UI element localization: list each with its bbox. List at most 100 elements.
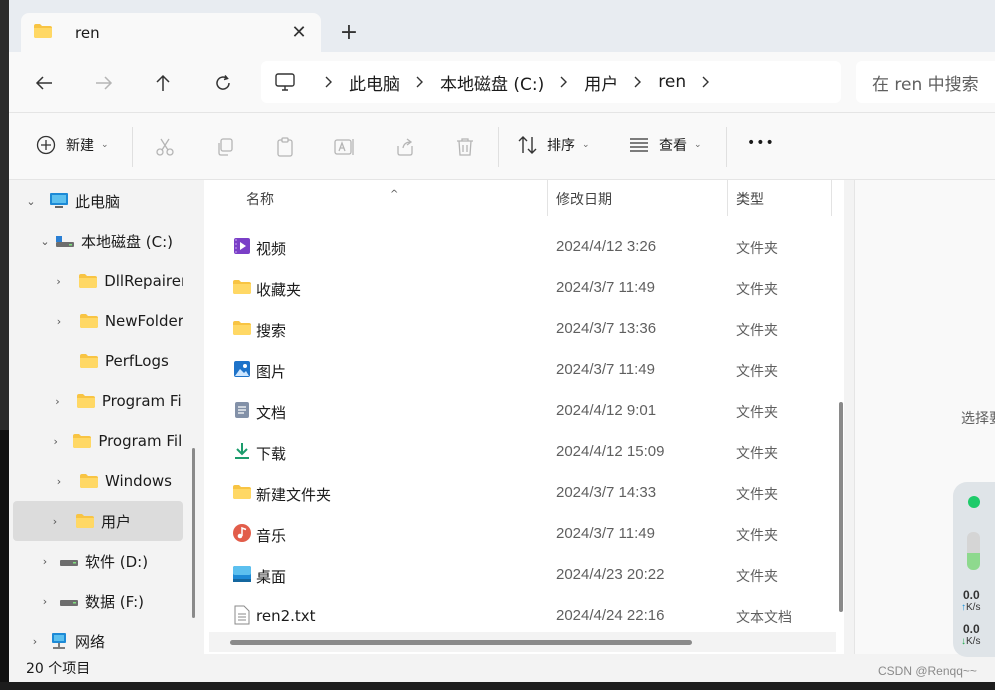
drive-icon (59, 552, 79, 570)
up-button[interactable] (148, 68, 178, 98)
chevron-right-icon[interactable] (634, 76, 642, 88)
chevron-right-icon[interactable]: › (51, 313, 67, 329)
file-row[interactable]: 文档 2024/4/12 9:01 文件夹 (204, 389, 839, 430)
column-header-row: ^ 名称 修改日期 类型 (204, 180, 839, 216)
address-bar[interactable]: 此电脑 本地磁盘 (C:) 用户 ren (261, 61, 841, 103)
navigation-scrollbar[interactable] (192, 448, 195, 618)
plus-circle-icon (36, 135, 56, 155)
tree-item-local-disk-c[interactable]: ⌄ 本地磁盘 (C:) (13, 223, 183, 259)
chevron-right-icon[interactable] (560, 76, 568, 88)
chevron-right-icon[interactable]: › (27, 633, 43, 649)
search-input[interactable]: 在 ren 中搜索 (856, 61, 995, 103)
chevron-right-icon[interactable]: › (47, 513, 63, 529)
column-header-name[interactable]: 名称 (246, 189, 274, 209)
file-row[interactable]: 收藏夹 2024/3/7 11:49 文件夹 (204, 266, 839, 307)
column-header-date[interactable]: 修改日期 (556, 189, 612, 209)
vertical-scrollbar[interactable] (839, 402, 843, 612)
file-type: 文件夹 (736, 282, 778, 298)
chevron-right-icon[interactable] (325, 76, 333, 88)
refresh-icon (216, 75, 230, 90)
file-row[interactable]: 下载 2024/4/12 15:09 文件夹 (204, 430, 839, 471)
tree-item-label: DllRepairer (104, 272, 183, 290)
file-row[interactable]: ren2.txt 2024/4/24 22:16 文本文档 (204, 594, 839, 635)
breadcrumb-this-pc[interactable]: 此电脑 (349, 70, 400, 95)
copy-icon[interactable] (214, 136, 236, 158)
file-row[interactable]: 搜索 2024/3/7 13:36 文件夹 (204, 307, 839, 348)
tree-item-data-f[interactable]: › 数据 (F:) (13, 583, 183, 619)
network-speed-widget[interactable]: 0.0 ↑K/s 0.0 ↓K/s (953, 482, 995, 657)
chevron-right-icon[interactable]: › (51, 473, 67, 489)
more-options-button[interactable]: ••• (747, 135, 775, 151)
sort-button-label: 排序 (547, 138, 575, 154)
chevron-right-icon[interactable]: › (37, 553, 53, 569)
tree-item-windows[interactable]: › Windows (13, 463, 183, 499)
chevron-right-icon[interactable] (416, 76, 424, 88)
file-row[interactable]: 音乐 2024/3/7 11:49 文件夹 (204, 512, 839, 553)
folder-icon (79, 352, 99, 370)
column-divider[interactable] (727, 180, 728, 216)
file-date: 2024/3/7 11:49 (556, 525, 655, 542)
downloads-folder-icon (232, 442, 252, 460)
view-button-label: 查看 (659, 138, 687, 154)
drive-icon (55, 232, 75, 250)
tree-item-label: Program Files (101, 392, 183, 410)
chevron-right-icon[interactable]: › (37, 593, 53, 609)
chevron-down-icon[interactable]: ⌄ (37, 233, 53, 249)
file-row[interactable]: 桌面 2024/4/23 20:22 文件夹 (204, 553, 839, 594)
tree-item-program-files-x86[interactable]: › Program Files (x86) (13, 423, 183, 459)
file-type: 文件夹 (736, 405, 778, 421)
file-date: 2024/4/24 22:16 (556, 607, 665, 624)
paste-icon[interactable] (274, 136, 296, 158)
refresh-button[interactable] (208, 68, 238, 98)
breadcrumb-local-disk-c[interactable]: 本地磁盘 (C:) (440, 70, 544, 95)
tree-item-label: Windows (105, 472, 172, 490)
column-header-type[interactable]: 类型 (736, 189, 764, 209)
file-date: 2024/3/7 13:36 (556, 320, 657, 337)
column-divider[interactable] (831, 180, 832, 216)
column-divider[interactable] (547, 180, 548, 216)
chevron-right-icon[interactable] (702, 76, 710, 88)
file-row[interactable]: 图片 2024/3/7 11:49 文件夹 (204, 348, 839, 389)
chevron-right-icon[interactable]: › (51, 393, 64, 409)
rename-icon[interactable] (334, 136, 356, 158)
tree-item-newfolder[interactable]: › NewFolder (13, 303, 183, 339)
delete-icon[interactable] (454, 136, 476, 158)
tree-item-users[interactable]: › 用户 (13, 501, 183, 541)
new-button[interactable]: 新建 ⌄ (36, 135, 109, 155)
arrow-left-icon (35, 76, 52, 90)
chevron-down-icon[interactable]: ⌄ (23, 193, 39, 209)
file-type: 文本文档 (736, 610, 792, 626)
breadcrumb-users[interactable]: 用户 (584, 70, 618, 95)
toolbar-divider (132, 127, 133, 167)
tab-ren[interactable]: ren ✕ (21, 13, 321, 53)
back-button[interactable] (29, 68, 59, 98)
file-name: 文档 (256, 404, 287, 422)
chevron-down-icon: ⌄ (582, 140, 590, 150)
sort-button[interactable]: 排序 ⌄ (517, 135, 590, 155)
tree-item-perflogs[interactable]: PerfLogs (13, 343, 183, 379)
tree-item-software-d[interactable]: › 软件 (D:) (13, 543, 183, 579)
tree-item-this-pc[interactable]: ⌄ 此电脑 (13, 183, 183, 219)
file-name: ren2.txt (256, 607, 316, 625)
tab-title: ren (75, 24, 100, 42)
desktop-taskbar-edge (0, 682, 995, 690)
close-icon[interactable]: ✕ (289, 22, 309, 43)
horizontal-scrollbar[interactable] (230, 640, 692, 645)
cut-icon[interactable] (154, 136, 176, 158)
pictures-folder-icon (232, 360, 252, 378)
file-row[interactable]: 新建文件夹 2024/3/7 14:33 文件夹 (204, 471, 839, 512)
chevron-right-icon[interactable]: › (51, 273, 66, 289)
file-row[interactable]: 视频 2024/4/12 3:26 文件夹 (204, 225, 839, 266)
forward-button[interactable] (89, 68, 119, 98)
file-date: 2024/4/12 9:01 (556, 402, 657, 419)
new-tab-button[interactable]: + (337, 20, 361, 46)
tree-item-dllrepairer[interactable]: › DllRepairer (13, 263, 183, 299)
file-date: 2024/4/23 20:22 (556, 566, 665, 583)
share-icon[interactable] (394, 136, 416, 158)
view-button[interactable]: 查看 ⌄ (629, 135, 702, 155)
file-name: 搜索 (256, 322, 287, 340)
tree-item-program-files[interactable]: › Program Files (13, 383, 183, 419)
desktop-background-left (0, 0, 9, 690)
chevron-right-icon[interactable]: › (51, 433, 60, 449)
breadcrumb-ren[interactable]: ren (658, 72, 686, 92)
